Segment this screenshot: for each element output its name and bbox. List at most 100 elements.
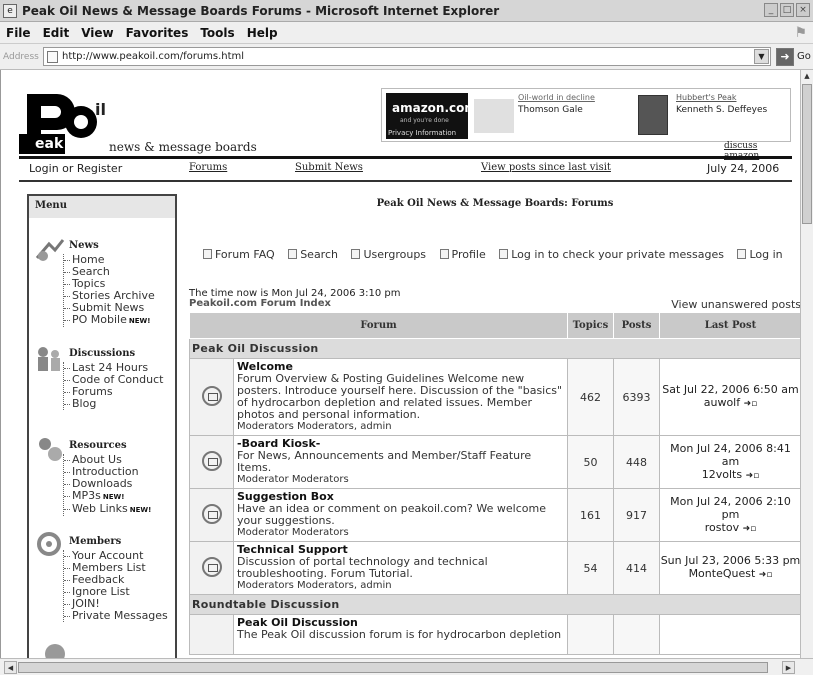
apple-icon [45, 644, 65, 658]
menu-help[interactable]: Help [247, 26, 278, 40]
book1-author: Thomson Gale [518, 105, 583, 115]
scroll-left-icon[interactable]: ◀ [4, 661, 17, 674]
site-logo[interactable]: il eak news & message boards [19, 84, 259, 156]
posts-count: 448 [613, 435, 660, 489]
amazon-ad[interactable]: amazon.com and you're done Privacy Infor… [381, 88, 791, 161]
current-date: July 24, 2006 [707, 162, 780, 175]
last-post-cell: Mon Jul 24, 2006 2:10 pm rostov ➜▫ [659, 488, 800, 542]
forum-moderators[interactable]: Moderators Moderators, admin [237, 580, 564, 592]
menu-view[interactable]: View [81, 26, 113, 40]
posts-count: 6393 [613, 358, 660, 436]
forum-faq-link[interactable]: Forum FAQ [203, 248, 275, 261]
last-post-arrow-icon[interactable]: ➜▫ [743, 524, 757, 534]
search-link[interactable]: Search [288, 248, 338, 261]
menu-head-members: Members [69, 536, 122, 547]
horizontal-scrollbar[interactable]: ◀ ▶ [0, 658, 813, 675]
menu-favorites[interactable]: Favorites [126, 26, 189, 40]
private-messages-link[interactable]: Log in to check your private messages [499, 248, 724, 261]
login-icon [737, 249, 747, 259]
maximize-button[interactable]: □ [780, 3, 794, 17]
scroll-up-icon[interactable]: ▲ [801, 70, 813, 83]
last-post-user-link[interactable]: auwolf [704, 396, 740, 409]
nav-divider [19, 180, 792, 182]
table-header-row: Forum Topics Posts Last Post [189, 312, 800, 339]
logo-eak-text: eak [35, 136, 64, 152]
unanswered-posts-link[interactable]: View unanswered posts [671, 298, 800, 311]
last-post-cell: Sat Jul 22, 2006 6:50 am auwolf ➜▫ [659, 358, 800, 436]
news-icon [35, 239, 65, 261]
topics-count: 50 [567, 435, 614, 489]
last-post-cell: Sun Jul 23, 2006 5:33 pm MonteQuest ➜▫ [659, 541, 800, 595]
login-label: Log in [749, 248, 783, 261]
table-row: Peak Oil Discussion The Peak Oil discuss… [189, 614, 800, 655]
search-icon [288, 249, 298, 259]
last-post-user-link[interactable]: MonteQuest [689, 567, 756, 580]
amazon-sub: and you're done [400, 117, 449, 124]
profile-label: Profile [451, 248, 486, 261]
menu-tools[interactable]: Tools [200, 26, 234, 40]
amazon-privacy-link[interactable]: Privacy Information [388, 129, 456, 137]
go-button[interactable]: Go [797, 51, 811, 62]
last-post-arrow-icon[interactable]: ➜▫ [759, 570, 773, 580]
site-header: il eak news & message boards amazon.com … [19, 84, 792, 161]
book2-cover-image[interactable] [638, 95, 668, 135]
vertical-scroll-thumb[interactable] [802, 84, 812, 224]
forum-moderators[interactable]: Moderator Moderators [237, 527, 564, 539]
address-dropdown-button[interactable]: ▼ [754, 49, 769, 64]
forums-link[interactable]: Forums [189, 162, 227, 173]
resources-icon [39, 438, 62, 461]
login-register-link[interactable]: Login or Register [29, 162, 122, 175]
topics-count: 462 [567, 358, 614, 436]
minimize-button[interactable]: _ [764, 3, 778, 17]
menu-item-po-mobile[interactable]: PO Mobile NEW! [64, 314, 155, 327]
menu-item-web-links[interactable]: Web Links NEW! [64, 503, 151, 516]
category-roundtable-discussion[interactable]: Roundtable Discussion [189, 594, 800, 615]
menu-item-mp3s-label: MP3s [72, 489, 101, 502]
usergroups-link[interactable]: Usergroups [351, 248, 426, 261]
book2-title-link[interactable]: Hubbert's Peak [676, 93, 737, 102]
page-viewport: il eak news & message boards amazon.com … [0, 70, 800, 658]
forum-description: The Peak Oil discussion forum is for hyd… [237, 628, 562, 641]
last-post-date: Mon Jul 24, 2006 2:10 pm [670, 494, 791, 521]
table-row: -Board Kiosk- For News, Announcements an… [189, 435, 800, 489]
forum-status-cell [189, 541, 234, 595]
go-arrow-icon[interactable]: ➜ [776, 47, 794, 66]
book1-cover-image[interactable] [474, 99, 514, 133]
view-posts-link[interactable]: View posts since last visit [481, 162, 611, 173]
table-row: Welcome Forum Overview & Posting Guideli… [189, 358, 800, 436]
amazon-logo[interactable]: amazon.com and you're done Privacy Infor… [386, 93, 477, 139]
horizontal-scroll-thumb[interactable] [18, 662, 768, 673]
last-post-user-link[interactable]: 12volts [702, 468, 742, 481]
forum-index-link[interactable]: Peakoil.com Forum Index [189, 298, 331, 309]
private-messages-label: Log in to check your private messages [511, 248, 724, 261]
menu-item-private-messages[interactable]: Private Messages [64, 610, 168, 622]
last-post-user-link[interactable]: rostov [705, 521, 739, 534]
last-post-arrow-icon[interactable]: ➜▫ [746, 471, 760, 481]
submit-news-link[interactable]: Submit News [295, 162, 363, 173]
login-link[interactable]: Log in [737, 248, 783, 261]
forum-folder-icon [201, 503, 222, 524]
category-peak-oil-discussion[interactable]: Peak Oil Discussion [189, 338, 800, 359]
faq-icon [203, 249, 212, 259]
forum-description: For News, Announcements and Member/Staff… [237, 449, 532, 474]
column-last-post: Last Post [659, 312, 800, 339]
scroll-right-icon[interactable]: ▶ [782, 661, 795, 674]
posts-count: 414 [613, 541, 660, 595]
close-button[interactable]: × [796, 3, 810, 17]
menu-edit[interactable]: Edit [43, 26, 70, 40]
vertical-scrollbar[interactable]: ▲ [800, 70, 813, 658]
forum-status-cell [189, 614, 234, 655]
menu-item-blog[interactable]: Blog [64, 398, 163, 410]
profile-link[interactable]: Profile [439, 248, 486, 261]
posts-count: 917 [613, 488, 660, 542]
menu-discussions-items: Last 24 Hours Code of Conduct Forums Blo… [63, 362, 163, 410]
column-posts: Posts [613, 312, 660, 339]
search-label: Search [300, 248, 338, 261]
book1-title-link[interactable]: Oil-world in decline [518, 93, 595, 102]
forum-moderators[interactable]: Moderator Moderators [237, 474, 564, 486]
forum-description: Have an idea or comment on peakoil.com? … [237, 502, 546, 527]
address-input[interactable]: http://www.peakoil.com/forums.html ▼ [43, 47, 771, 66]
menu-file[interactable]: File [6, 26, 31, 40]
forum-moderators[interactable]: Moderators Moderators, admin [237, 421, 564, 433]
last-post-arrow-icon[interactable]: ➜▫ [744, 399, 758, 409]
